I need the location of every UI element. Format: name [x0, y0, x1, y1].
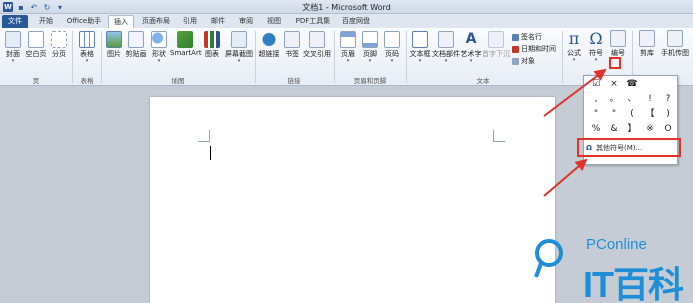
- arrow-to-more-symbols: [543, 158, 588, 197]
- arrow-to-symbol-button: [543, 68, 607, 117]
- pconline-watermark: PConline IT百科: [533, 232, 684, 303]
- watermark-text: IT百科: [583, 264, 684, 303]
- watermark-brand: PConline: [586, 236, 647, 253]
- magnifier-logo-icon: [534, 239, 563, 278]
